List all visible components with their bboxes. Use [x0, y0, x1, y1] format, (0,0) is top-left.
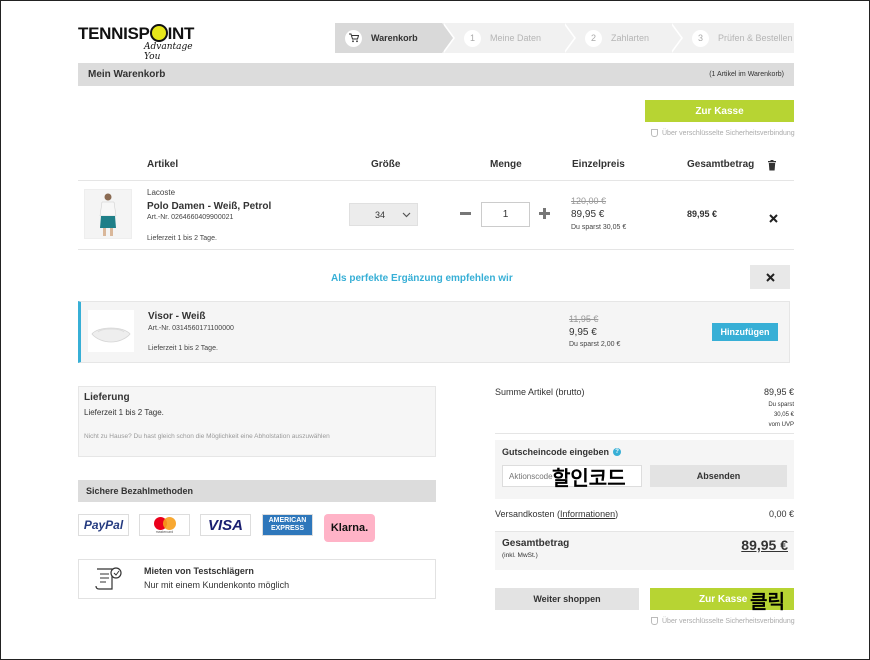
- cart-icon: [345, 29, 362, 47]
- secure-connection-bottom: Über verschlüsselte Sicherheitsverbindun…: [651, 617, 795, 625]
- rental-document-icon: [94, 565, 124, 598]
- coupon-label: Gutscheincode eingeben: [502, 447, 610, 457]
- size-select[interactable]: 34: [349, 203, 418, 226]
- step-label: Warenkorb: [371, 33, 418, 43]
- item-unit-price: 89,95 €: [571, 209, 605, 220]
- item-brand: Lacoste: [147, 188, 176, 197]
- tennis-ball-icon: [149, 24, 168, 42]
- shield-icon: [651, 617, 658, 625]
- total-label: Gesamtbetrag: [502, 538, 570, 549]
- recommend-heading: Als perfekte Ergänzung empfehlen wir: [331, 273, 513, 284]
- item-name[interactable]: Polo Damen - Weiß, Petrol: [147, 201, 271, 212]
- step-label: Prüfen & Bestellen: [718, 33, 793, 43]
- step-label: Zahlarten: [611, 33, 650, 43]
- help-icon[interactable]: ?: [613, 448, 622, 456]
- recommend-savings: Du sparst 2,00 €: [569, 341, 621, 348]
- step-pruefen: 3 Prüfen & Bestellen: [670, 23, 794, 53]
- column-total: Gesamtbetrag: [687, 159, 755, 170]
- paypal-logo: PayPal: [78, 514, 129, 536]
- item-old-price: 120,00 €: [571, 196, 607, 206]
- klarna-logo: Klarna.: [324, 514, 375, 542]
- recommend-image[interactable]: [88, 310, 134, 352]
- cart-count: (1 Artikel im Warenkorb): [709, 71, 784, 78]
- recommend-price: 9,95 €: [569, 327, 597, 338]
- recommend-article-number: Art.-Nr. 0314560171100000: [148, 325, 234, 332]
- column-unit-price: Einzelpreis: [572, 159, 625, 170]
- column-quantity: Menge: [490, 159, 522, 170]
- item-delivery-time: Lieferzeit 1 bis 2 Tage.: [147, 235, 217, 242]
- total-value: 89,95 €: [741, 537, 788, 553]
- coupon-label-row: Gutscheincode eingeben ?: [502, 447, 622, 457]
- payment-header: Sichere Bezahlmethoden: [78, 480, 436, 502]
- recommend-delivery-time: Lieferzeit 1 bis 2 Tage.: [148, 345, 218, 352]
- rent-title: Mieten von Testschlägern: [144, 566, 254, 576]
- subtotal-label: Summe Artikel (brutto): [495, 387, 585, 397]
- shipping-info-link[interactable]: Informationen: [560, 509, 615, 519]
- payment-title: Sichere Bezahlmethoden: [86, 486, 194, 496]
- close-recommend-button[interactable]: [750, 265, 790, 289]
- logo-text-1: TENNIS: [78, 24, 139, 43]
- step-warenkorb[interactable]: Warenkorb: [335, 23, 455, 53]
- step-number: 2: [585, 29, 602, 47]
- recommend-name[interactable]: Visor - Weiß: [148, 311, 205, 322]
- coupon-submit-button[interactable]: Absenden: [650, 465, 787, 487]
- delivery-time: Lieferzeit 1 bis 2 Tage.: [84, 408, 164, 417]
- step-zahlarten: 2 Zahlarten: [563, 23, 683, 53]
- logo-text-3: INT: [167, 24, 195, 43]
- minus-button[interactable]: [460, 212, 471, 215]
- close-icon: [765, 272, 775, 282]
- total-tax-note: (inkl. MwSt.): [502, 552, 538, 559]
- recommend-old-price: 11,95 €: [569, 314, 599, 324]
- logo-text-2: P: [138, 24, 150, 43]
- step-number: 3: [692, 29, 709, 47]
- subtotal-savings: Du sparst 30,05 € vom UVP: [768, 402, 794, 428]
- plus-button[interactable]: [539, 208, 550, 219]
- divider: [78, 180, 794, 181]
- trash-icon[interactable]: [767, 158, 777, 176]
- rent-text: Nur mit einem Kundenkonto möglich: [144, 580, 290, 590]
- delivery-title: Lieferung: [84, 392, 130, 403]
- add-recommend-button[interactable]: Hinzufügen: [712, 323, 778, 341]
- shipping-value: 0,00 €: [768, 509, 794, 519]
- secure-text: Über verschlüsselte Sicherheitsverbindun…: [662, 617, 795, 625]
- divider: [495, 433, 794, 434]
- checkout-steps: Warenkorb 1 Meine Daten 2 Zahlarten 3 Pr…: [335, 23, 794, 53]
- size-value: 34: [375, 209, 386, 220]
- cart-header: Mein Warenkorb (1 Artikel im Warenkorb): [78, 63, 794, 86]
- click-annotation: 클릭: [750, 591, 785, 613]
- item-article-number: Art.-Nr. 0264660409900021: [147, 214, 234, 221]
- shield-icon: [651, 129, 658, 137]
- step-meine-daten: 1 Meine Daten: [442, 23, 576, 53]
- quantity-input[interactable]: 1: [481, 202, 530, 227]
- column-size: Größe: [371, 159, 401, 170]
- logo[interactable]: TENNISP INT Advantage You: [78, 24, 198, 62]
- mastercard-logo: mastercard: [139, 514, 190, 536]
- checkout-button-top[interactable]: Zur Kasse: [645, 100, 794, 122]
- secure-text: Über verschlüsselte Sicherheitsverbindun…: [662, 129, 795, 137]
- item-savings: Du sparst 30,05 €: [571, 224, 627, 231]
- visa-logo: VISA: [200, 514, 251, 536]
- item-total: 89,95 €: [687, 209, 718, 219]
- delivery-note: Nicht zu Hause? Du hast gleich schon die…: [84, 433, 330, 440]
- column-article: Artikel: [147, 159, 179, 170]
- step-number: 1: [464, 29, 481, 47]
- coupon-annotation: 할인코드: [552, 466, 626, 490]
- subtotal-value: 89,95 €: [763, 387, 794, 397]
- product-image[interactable]: [84, 189, 132, 239]
- secure-connection-top: Über verschlüsselte Sicherheitsverbindun…: [651, 129, 795, 137]
- divider: [78, 249, 794, 250]
- remove-item-icon[interactable]: [769, 210, 778, 228]
- shipping-label: Versandkosten (Informationen): [495, 509, 619, 519]
- logo-tagline: Advantage You: [144, 42, 193, 62]
- amex-logo: AMERICAN EXPRESS: [262, 514, 313, 536]
- step-label: Meine Daten: [490, 33, 542, 43]
- rent-box[interactable]: [78, 559, 436, 599]
- delivery-box: [78, 386, 436, 457]
- continue-shopping-button[interactable]: Weiter shoppen: [495, 588, 639, 610]
- chevron-down-icon: [402, 212, 411, 218]
- cart-title: Mein Warenkorb: [88, 69, 166, 80]
